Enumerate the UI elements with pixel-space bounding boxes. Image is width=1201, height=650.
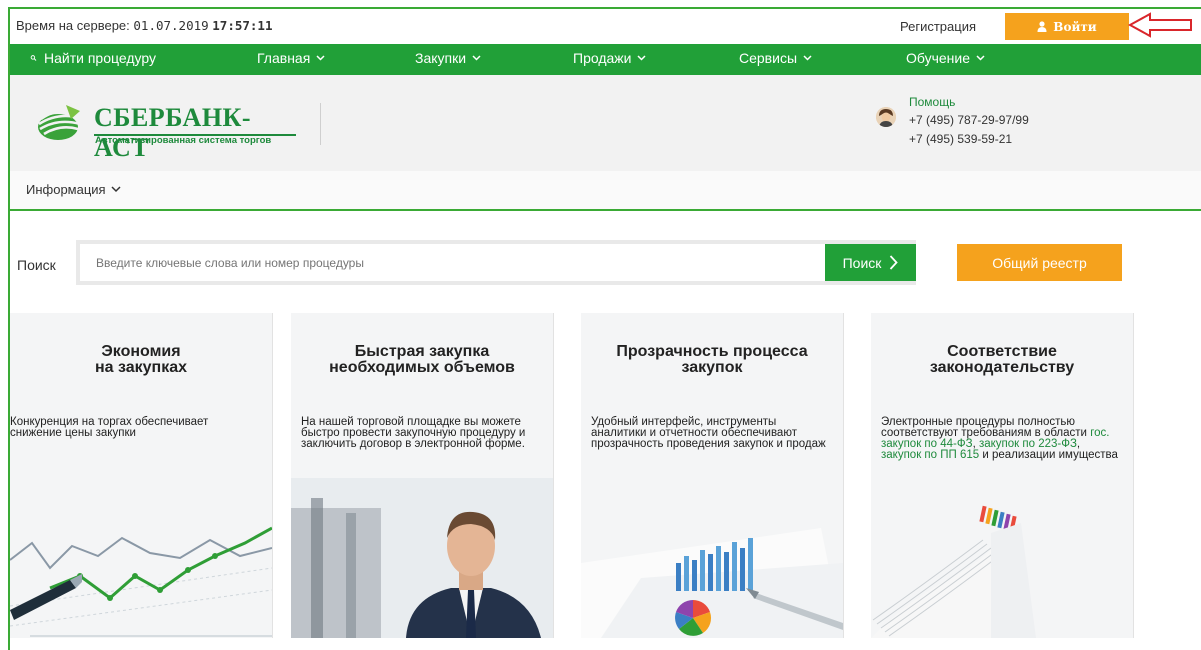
- search-button-label: Поиск: [842, 254, 882, 271]
- top-bar: Время на сервере: 01.07.2019 17:57:11 Ре…: [10, 9, 1201, 44]
- card-title-line: Быстрая закупка: [354, 343, 490, 360]
- chevron-down-icon: [316, 55, 325, 61]
- registry-button[interactable]: Общий реестр: [957, 244, 1122, 281]
- card-title-line: законодательству: [929, 359, 1075, 376]
- sberbank-logo-icon: [38, 105, 81, 140]
- info-menu-label: Информация: [26, 182, 106, 197]
- help-link[interactable]: Помощь: [909, 95, 955, 109]
- chevron-right-icon: [890, 255, 899, 270]
- card-title: Быстрая закупка необходимых объемов: [291, 344, 553, 376]
- nav-label: Закупки: [415, 50, 467, 66]
- nav-sales[interactable]: Продажи: [573, 50, 646, 66]
- card-text: На нашей торговой площадке вы можете быс…: [301, 416, 526, 450]
- card-text: Удобный интерфейс, инструменты аналитики…: [591, 416, 826, 450]
- search-box: [76, 240, 916, 285]
- businessman-photo: [291, 478, 553, 638]
- nav-label: Главная: [257, 50, 311, 66]
- search-input[interactable]: [80, 244, 826, 281]
- server-time: Время на сервере: 01.07.2019 17:57:11: [16, 18, 273, 33]
- card-title-line: на закупках: [94, 359, 188, 376]
- nav-purchases[interactable]: Закупки: [415, 50, 481, 66]
- nav-label: Продажи: [573, 50, 632, 66]
- server-clock: 17:57:11: [212, 18, 273, 33]
- login-button[interactable]: Войти: [1005, 13, 1129, 40]
- site-header: СБЕРБАНК-АСТ Автоматизированная система …: [10, 75, 1201, 171]
- card-title-line: закупок: [681, 359, 743, 376]
- card-title-line: Экономия: [101, 343, 181, 360]
- server-time-label: Время на сервере:: [16, 18, 130, 33]
- logo-text: СБЕРБАНК-АСТ: [94, 103, 296, 163]
- info-menu[interactable]: Информация: [26, 182, 121, 197]
- user-icon: [1037, 21, 1047, 32]
- feature-card-transparency[interactable]: Прозрачность процесса закупок Удобный ин…: [581, 313, 844, 638]
- card-text: Электронные процедуры полностью соответс…: [881, 416, 1121, 461]
- nav-training[interactable]: Обучение: [906, 50, 985, 66]
- documents-stack-illustration: [871, 505, 1036, 638]
- avatar: [876, 107, 896, 127]
- card-title: Экономия на закупках: [10, 344, 272, 376]
- card-title: Соответствие законодательству: [871, 344, 1133, 376]
- logo[interactable]: СБЕРБАНК-АСТ Автоматизированная система …: [36, 97, 296, 162]
- chevron-down-icon: [803, 55, 812, 61]
- chart-pen-illustration: [10, 526, 272, 637]
- help-phone: +7 (495) 787-29-97/99: [909, 113, 1029, 127]
- link-pp615[interactable]: закупок по ПП 615: [881, 449, 979, 461]
- header-divider: [320, 103, 321, 145]
- card-title-line: необходимых объемов: [329, 359, 515, 376]
- card-title-line: Соответствие: [947, 343, 1057, 360]
- card-text: Конкуренция на торгах обеспечивает сниже…: [10, 416, 209, 439]
- chevron-down-icon: [472, 55, 481, 61]
- chevron-down-icon: [976, 55, 985, 61]
- arrow-left-outline-icon: [1128, 12, 1192, 38]
- server-date: 01.07.2019: [133, 18, 209, 33]
- feature-card-fast-purchase[interactable]: Быстрая закупка необходимых объемов На н…: [291, 313, 554, 638]
- search-button[interactable]: Поиск: [825, 244, 916, 281]
- chevron-down-icon: [637, 55, 646, 61]
- nav-label: Обучение: [906, 50, 971, 66]
- card-text-part: и реализации имущества: [979, 449, 1118, 461]
- feature-card-compliance[interactable]: Соответствие законодательству Электронны…: [871, 313, 1134, 638]
- nav-services[interactable]: Сервисы: [739, 50, 812, 66]
- feature-card-economy[interactable]: Экономия на закупках Конкуренция на торг…: [10, 313, 273, 638]
- nav-label: Найти процедуру: [44, 50, 156, 66]
- search-icon: [30, 55, 37, 61]
- card-title: Прозрачность процесса закупок: [581, 344, 843, 376]
- card-title-line: Прозрачность процесса: [616, 343, 808, 360]
- login-label: Войти: [1053, 19, 1097, 34]
- analytics-report-illustration: [581, 528, 843, 638]
- nav-label: Сервисы: [739, 50, 798, 66]
- registration-link[interactable]: Регистрация: [900, 19, 976, 34]
- chevron-down-icon: [111, 186, 121, 193]
- help-phone: +7 (495) 539-59-21: [909, 132, 1013, 146]
- main-nav: Найти процедуру Главная Закупки Продажи …: [10, 44, 1201, 75]
- nav-find-procedure[interactable]: Найти процедуру: [29, 50, 156, 66]
- card-text-part: Электронные процедуры полностью соответс…: [881, 416, 1091, 439]
- nav-main[interactable]: Главная: [257, 50, 325, 66]
- search-label: Поиск: [17, 257, 56, 273]
- info-bar: Информация: [10, 171, 1201, 211]
- logo-subtitle: Автоматизированная система торгов: [95, 135, 272, 146]
